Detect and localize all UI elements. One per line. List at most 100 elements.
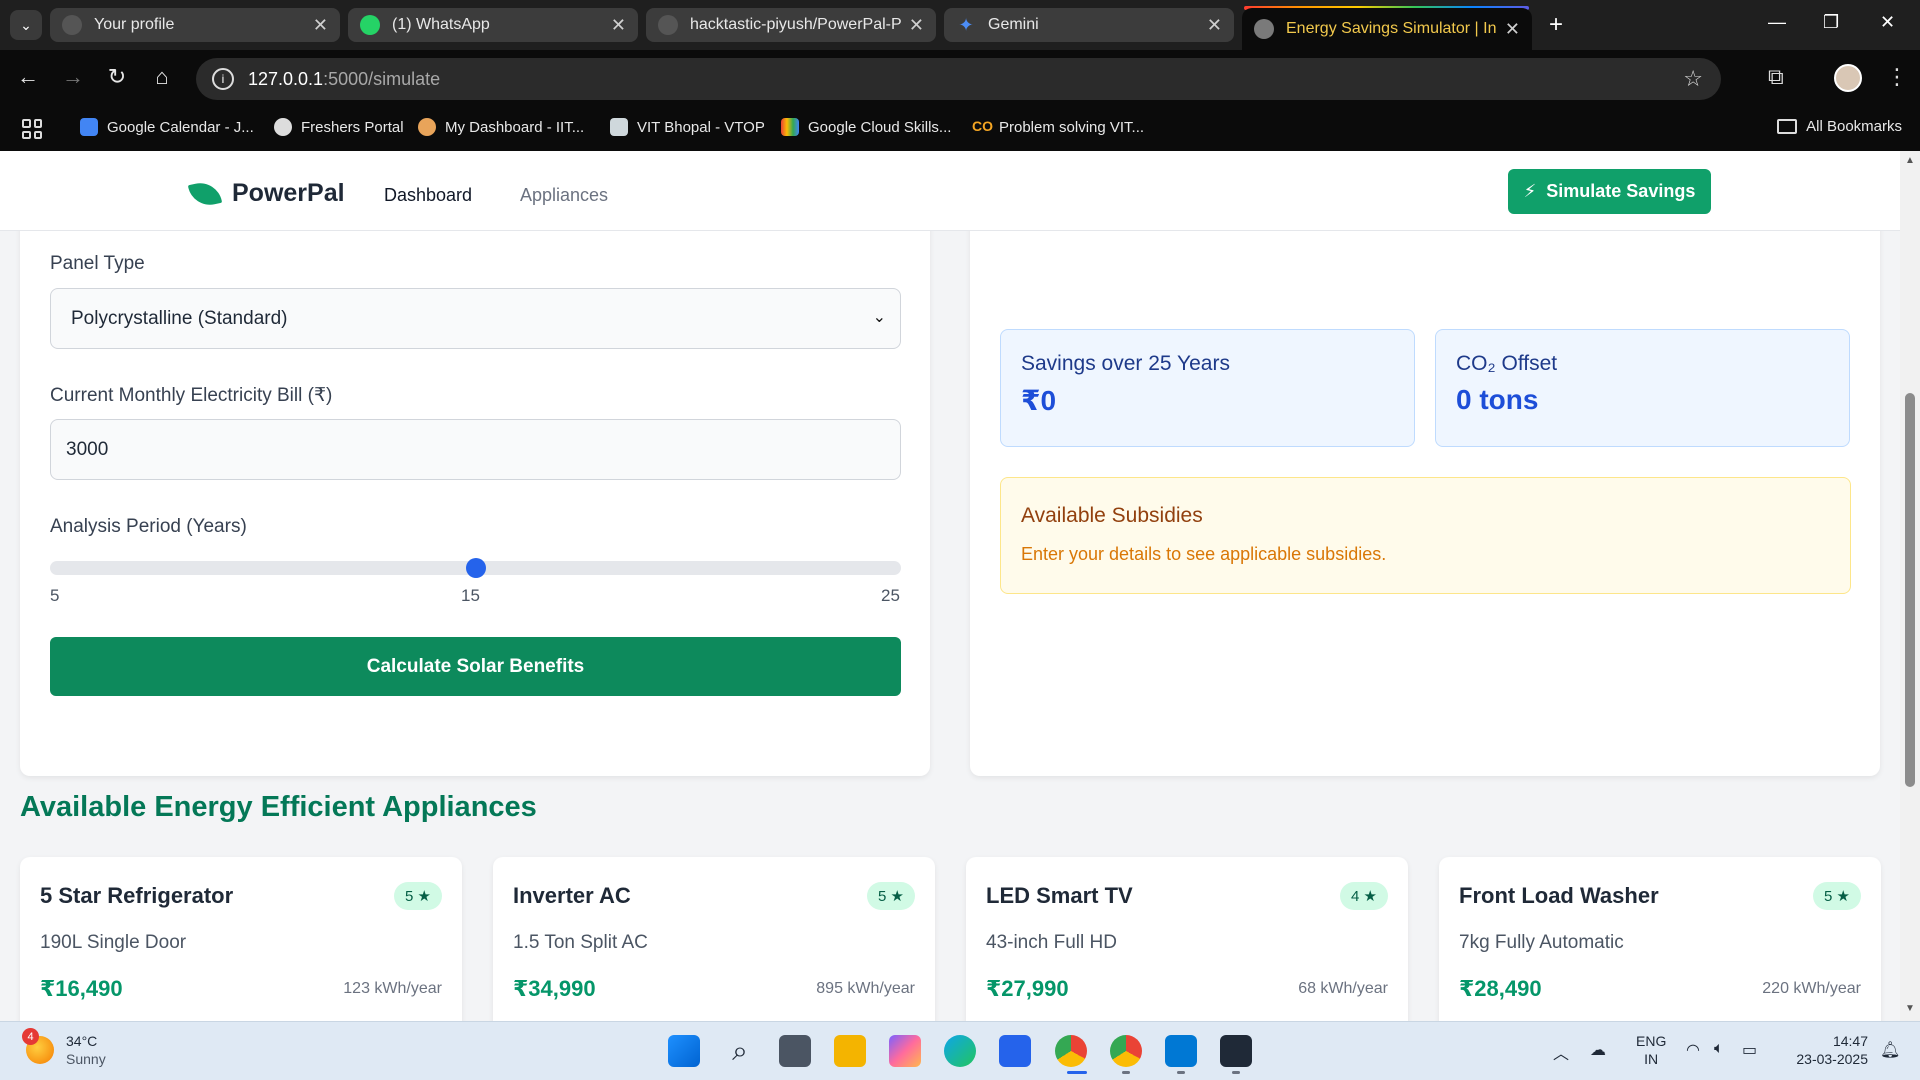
store-icon[interactable] bbox=[999, 1035, 1031, 1067]
appliance-card[interactable]: LED Smart TV 4 ★ 43-inch Full HD ₹27,990… bbox=[966, 857, 1408, 1021]
bookmark-item[interactable]: Freshers Portal bbox=[274, 118, 404, 136]
active-indicator bbox=[1067, 1071, 1087, 1074]
terminal-icon[interactable] bbox=[1220, 1035, 1252, 1067]
whatsapp-icon bbox=[360, 15, 380, 35]
tab-strip: ⌄ Your profile ✕ (1) WhatsApp ✕ hacktast… bbox=[0, 0, 1920, 50]
co2-value: 0 tons bbox=[1456, 384, 1539, 415]
bookmark-label: Problem solving VIT... bbox=[999, 118, 1145, 136]
menu-dots-icon[interactable]: ⋮ bbox=[1886, 64, 1908, 90]
panel-type-select[interactable]: Polycrystalline (Standard) ⌄ bbox=[50, 288, 901, 349]
volume-icon[interactable]: 🔈︎ bbox=[1714, 1040, 1724, 1058]
close-icon[interactable]: ✕ bbox=[611, 15, 626, 36]
all-bookmarks[interactable]: All Bookmarks bbox=[1777, 118, 1902, 135]
bookmark-item[interactable]: Google Cloud Skills... bbox=[781, 118, 951, 136]
tab-whatsapp[interactable]: (1) WhatsApp ✕ bbox=[348, 8, 638, 42]
github-icon bbox=[658, 15, 678, 35]
slider-thumb[interactable] bbox=[465, 558, 486, 578]
bookmark-item[interactable]: VIT Bhopal - VTOP bbox=[610, 118, 765, 136]
close-icon[interactable]: ✕ bbox=[1207, 15, 1222, 36]
site-info-icon[interactable]: i bbox=[212, 68, 234, 90]
rating-badge: 4 ★ bbox=[1340, 882, 1388, 910]
apps-grid-icon[interactable] bbox=[22, 119, 42, 139]
wifi-icon[interactable]: ◠ bbox=[1686, 1040, 1700, 1060]
bookmark-item[interactable]: Google Calendar - J... bbox=[80, 118, 254, 136]
restore-icon[interactable]: ❐ bbox=[1823, 12, 1839, 33]
results-card: Savings over 25 Years ₹0 CO₂ Offset 0 to… bbox=[970, 201, 1880, 776]
appliance-card[interactable]: Front Load Washer 5 ★ 7kg Fully Automati… bbox=[1439, 857, 1881, 1021]
minimize-icon[interactable]: — bbox=[1768, 12, 1786, 33]
nav-dashboard[interactable]: Dashboard bbox=[384, 185, 472, 206]
nav-appliances[interactable]: Appliances bbox=[520, 185, 608, 206]
system-clock[interactable]: 14:47 23-03-2025 bbox=[1786, 1032, 1868, 1068]
period-value-label: 15 bbox=[461, 586, 480, 605]
notification-badge: 4 bbox=[22, 1028, 39, 1045]
language-indicator[interactable]: ENG IN bbox=[1636, 1032, 1666, 1068]
bookmark-star-icon[interactable]: ☆ bbox=[1683, 66, 1703, 92]
scroll-thumb[interactable] bbox=[1905, 393, 1915, 787]
bill-value: 3000 bbox=[66, 438, 109, 460]
windows-start-icon[interactable] bbox=[668, 1035, 700, 1067]
calendar-icon bbox=[80, 118, 98, 136]
tab-search-button[interactable]: ⌄ bbox=[10, 10, 42, 40]
tab-title: (1) WhatsApp bbox=[392, 16, 490, 33]
page-scrollbar[interactable]: ▲ ▼ bbox=[1900, 151, 1920, 1021]
onedrive-icon[interactable]: ☁ bbox=[1590, 1040, 1606, 1060]
search-icon[interactable]: ⌕ bbox=[724, 1035, 756, 1067]
chrome-icon[interactable] bbox=[1055, 1035, 1087, 1067]
bookmark-item[interactable]: CO Problem solving VIT... bbox=[972, 118, 1144, 136]
bill-input[interactable]: 3000 bbox=[50, 419, 901, 480]
copilot-icon[interactable] bbox=[889, 1035, 921, 1067]
lang-bottom: IN bbox=[1644, 1051, 1659, 1067]
edge-icon[interactable] bbox=[944, 1035, 976, 1067]
close-icon[interactable]: ✕ bbox=[909, 15, 924, 36]
calculate-solar-button[interactable]: Calculate Solar Benefits bbox=[50, 637, 901, 696]
reload-icon[interactable]: ↻ bbox=[102, 64, 132, 90]
bookmark-item[interactable]: My Dashboard - IIT... bbox=[418, 118, 584, 136]
tab-energy-simulator[interactable]: Energy Savings Simulator | India ✕ bbox=[1242, 8, 1532, 50]
appliance-price: ₹28,490 bbox=[1459, 976, 1542, 1001]
extensions-icon[interactable]: ⧉ bbox=[1768, 64, 1784, 90]
page-viewport: PowerPal Dashboard Appliances ⚡ Simulate… bbox=[0, 151, 1900, 1021]
home-icon[interactable]: ⌂ bbox=[147, 64, 177, 90]
task-view-icon[interactable] bbox=[779, 1035, 811, 1067]
appliance-desc: 7kg Fully Automatic bbox=[1459, 932, 1624, 953]
appliance-card[interactable]: Inverter AC 5 ★ 1.5 Ton Split AC ₹34,990… bbox=[493, 857, 935, 1021]
forward-icon[interactable]: → bbox=[58, 64, 88, 90]
brand-logo[interactable]: PowerPal bbox=[187, 178, 345, 209]
back-icon[interactable]: ← bbox=[13, 64, 43, 90]
appliance-card[interactable]: 5 Star Refrigerator 5 ★ 190L Single Door… bbox=[20, 857, 462, 1021]
chevron-down-icon: ⌄ bbox=[872, 309, 886, 326]
file-explorer-icon[interactable] bbox=[834, 1035, 866, 1067]
chevron-up-icon[interactable]: ︿ bbox=[1553, 1040, 1569, 1064]
notifications-icon[interactable]: 🔔︎ bbox=[1880, 1040, 1900, 1060]
profile-avatar[interactable] bbox=[1834, 64, 1862, 92]
rating-badge: 5 ★ bbox=[1813, 882, 1861, 910]
tab-github-repo[interactable]: hacktastic-piyush/PowerPal-Pro ✕ bbox=[646, 8, 936, 42]
period-max-label: 25 bbox=[881, 586, 900, 605]
appliances-section-title: Available Energy Efficient Appliances bbox=[20, 791, 537, 823]
rating-badge: 5 ★ bbox=[394, 882, 442, 910]
chrome-icon[interactable] bbox=[1110, 1035, 1142, 1067]
close-icon[interactable]: ✕ bbox=[1505, 19, 1520, 40]
brand-name: PowerPal bbox=[232, 179, 345, 207]
weather-widget[interactable]: 4 34°C Sunny bbox=[22, 1028, 106, 1068]
period-slider[interactable] bbox=[50, 558, 901, 578]
address-bar[interactable]: i 127.0.0.1:5000/simulate ☆ bbox=[196, 58, 1721, 100]
bookmark-label: My Dashboard - IIT... bbox=[445, 118, 585, 136]
tab-your-profile[interactable]: Your profile ✕ bbox=[50, 8, 340, 42]
close-icon[interactable]: ✕ bbox=[313, 15, 328, 36]
coursera-icon: CO bbox=[972, 118, 993, 134]
scroll-down-icon[interactable]: ▼ bbox=[1904, 1003, 1916, 1014]
simulate-savings-button[interactable]: ⚡ Simulate Savings bbox=[1508, 169, 1711, 214]
new-tab-button[interactable]: + bbox=[1540, 11, 1572, 38]
battery-icon[interactable]: ▭ bbox=[1742, 1040, 1757, 1060]
vscode-icon[interactable] bbox=[1165, 1035, 1197, 1067]
close-window-icon[interactable]: ✕ bbox=[1880, 12, 1895, 33]
dashboard-icon bbox=[418, 118, 436, 136]
simulate-savings-label: Simulate Savings bbox=[1546, 181, 1696, 201]
co2-stat: CO₂ Offset 0 tons bbox=[1435, 329, 1850, 447]
appliance-price: ₹16,490 bbox=[40, 976, 123, 1001]
scroll-up-icon[interactable]: ▲ bbox=[1904, 155, 1916, 166]
tab-gemini[interactable]: ✦ Gemini ✕ bbox=[944, 8, 1234, 42]
appliance-desc: 43-inch Full HD bbox=[986, 932, 1117, 953]
